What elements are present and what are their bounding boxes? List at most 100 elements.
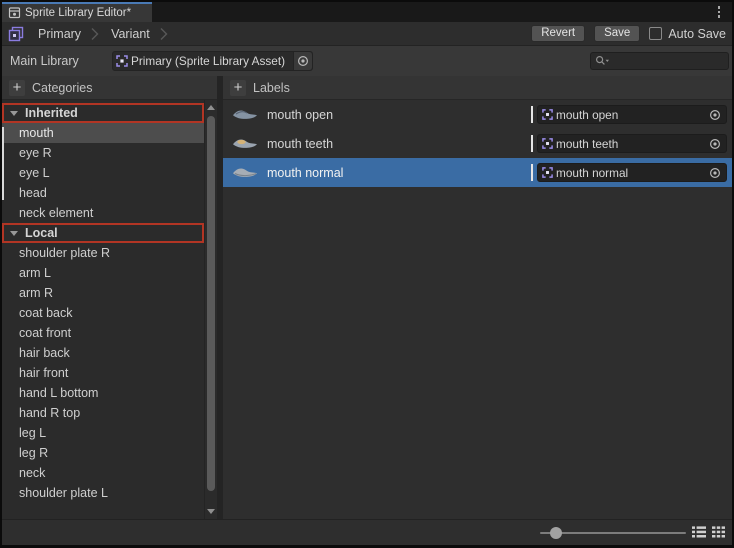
- label-field-group: mouth teeth: [531, 129, 727, 158]
- category-item-label: mouth: [19, 126, 54, 140]
- window-menu-icon[interactable]: [714, 5, 724, 19]
- breadcrumb-label: Variant: [105, 27, 160, 41]
- category-item[interactable]: head: [2, 183, 204, 203]
- drag-handle[interactable]: [531, 164, 533, 181]
- sprite-object-field[interactable]: mouth normal: [537, 163, 727, 182]
- mouth-open-sprite-thumbnail: [232, 108, 258, 121]
- category-group-local[interactable]: Local: [2, 223, 204, 243]
- category-item-label: shoulder plate L: [19, 486, 108, 500]
- breadcrumb-label: Primary: [32, 27, 91, 41]
- main-library-object-field[interactable]: Primary (Sprite Library Asset): [112, 51, 313, 71]
- category-item[interactable]: hand R top: [2, 403, 204, 423]
- mouth-normal-sprite-thumbnail: [232, 166, 258, 179]
- category-item[interactable]: shoulder plate R: [2, 243, 204, 263]
- category-item-label: shoulder plate R: [19, 246, 110, 260]
- category-item[interactable]: arm L: [2, 263, 204, 283]
- thumbnail-size-slider[interactable]: [540, 520, 686, 545]
- list-view-icon[interactable]: [692, 526, 706, 538]
- labels-list: mouth open mouth open mouth teethmouth tee…: [223, 100, 732, 519]
- main-library-value: Primary (Sprite Library Asset): [131, 54, 293, 68]
- label-name: mouth normal: [267, 166, 343, 180]
- object-picker-icon[interactable]: [706, 164, 724, 181]
- category-item[interactable]: coat back: [2, 303, 204, 323]
- categories-panel: + Categories Inherited mouth eye R eye L hea…: [2, 76, 217, 519]
- auto-save-label: Auto Save: [668, 27, 726, 41]
- category-item[interactable]: arm R: [2, 283, 204, 303]
- sprite-icon: [542, 109, 553, 120]
- category-item[interactable]: leg L: [2, 423, 204, 443]
- grid-view-icon[interactable]: [712, 526, 725, 538]
- sprite-field-value: mouth normal: [556, 166, 706, 180]
- category-item[interactable]: mouth: [2, 123, 204, 143]
- scroll-indicator: [2, 127, 4, 200]
- scroll-down-icon[interactable]: [205, 509, 217, 514]
- category-group-label: Inherited: [25, 106, 78, 120]
- titlebar: Sprite Library Editor*: [2, 2, 732, 22]
- label-row[interactable]: mouth normal mouth normal: [223, 158, 732, 187]
- breadcrumb-item-variant[interactable]: Variant: [105, 22, 174, 45]
- search-input[interactable]: [590, 52, 729, 70]
- sprite-object-field[interactable]: mouth teeth: [537, 134, 727, 153]
- footer-bar: [2, 519, 732, 545]
- category-item-label: eye L: [19, 166, 50, 180]
- scrollbar-thumb[interactable]: [207, 116, 215, 491]
- category-item-label: hair back: [19, 346, 70, 360]
- category-item[interactable]: coat front: [2, 323, 204, 343]
- breadcrumb-toolbar: Primary Variant Revert Save Auto Save: [2, 22, 732, 46]
- save-button[interactable]: Save: [594, 25, 640, 42]
- object-picker-icon[interactable]: [293, 52, 312, 70]
- category-item[interactable]: neck: [2, 463, 204, 483]
- category-group-inherited[interactable]: Inherited: [2, 103, 204, 123]
- drag-handle[interactable]: [531, 135, 533, 152]
- sprite-library-icon: [8, 6, 21, 19]
- label-row[interactable]: mouth open mouth open: [223, 100, 732, 129]
- object-picker-icon[interactable]: [706, 106, 724, 123]
- categories-header-label: Categories: [32, 81, 92, 95]
- label-field-group: mouth normal: [531, 158, 727, 187]
- main-library-row: Main Library Primary (Sprite Library Ass…: [2, 46, 732, 76]
- sprite-field-value: mouth teeth: [556, 137, 706, 151]
- foldout-arrow-icon[interactable]: [10, 231, 18, 236]
- label-row[interactable]: mouth teethmouth teeth: [223, 129, 732, 158]
- add-label-button[interactable]: +: [230, 80, 246, 96]
- label-field-group: mouth open: [531, 100, 727, 129]
- auto-save-checkbox[interactable]: [649, 27, 662, 40]
- label-name: mouth open: [267, 108, 333, 122]
- drag-handle[interactable]: [531, 106, 533, 123]
- sprite-library-asset-icon: [116, 55, 128, 67]
- editor-panels: + Categories Inherited mouth eye R eye L hea…: [2, 76, 732, 519]
- category-item-label: arm L: [19, 266, 51, 280]
- sprite-library-variant-icon: [8, 26, 24, 42]
- sprite-object-field[interactable]: mouth open: [537, 105, 727, 124]
- sprite-field-value: mouth open: [556, 108, 706, 122]
- category-item[interactable]: leg R: [2, 443, 204, 463]
- main-library-label: Main Library: [10, 54, 79, 68]
- object-picker-icon[interactable]: [706, 135, 724, 152]
- categories-scrollbar[interactable]: [204, 100, 217, 519]
- category-item[interactable]: shoulder plate L: [2, 483, 204, 503]
- toolbar-actions: Revert Save Auto Save: [531, 22, 726, 45]
- category-item[interactable]: hand L bottom: [2, 383, 204, 403]
- slider-knob[interactable]: [550, 527, 562, 539]
- category-item[interactable]: neck element: [2, 203, 204, 223]
- category-item-label: hand R top: [19, 406, 80, 420]
- revert-button[interactable]: Revert: [531, 25, 585, 42]
- add-category-button[interactable]: +: [9, 80, 25, 96]
- scroll-up-icon[interactable]: [205, 105, 217, 110]
- category-item[interactable]: eye R: [2, 143, 204, 163]
- category-item-label: neck element: [19, 206, 93, 220]
- tab-sprite-library-editor[interactable]: Sprite Library Editor*: [2, 2, 152, 22]
- foldout-arrow-icon[interactable]: [10, 111, 18, 116]
- labels-header: + Labels: [223, 76, 732, 100]
- category-item[interactable]: hair back: [2, 343, 204, 363]
- category-item-label: hair front: [19, 366, 68, 380]
- category-item-label: head: [19, 186, 47, 200]
- breadcrumb-item-primary[interactable]: Primary: [32, 22, 105, 45]
- categories-header: + Categories: [2, 76, 217, 100]
- labels-panel: + Labels mouth open mouth open mouth teeth…: [223, 76, 732, 519]
- search-icon: [595, 55, 610, 67]
- category-item[interactable]: hair front: [2, 363, 204, 383]
- category-item-label: neck: [19, 466, 45, 480]
- category-item-label: leg R: [19, 446, 48, 460]
- category-item[interactable]: eye L: [2, 163, 204, 183]
